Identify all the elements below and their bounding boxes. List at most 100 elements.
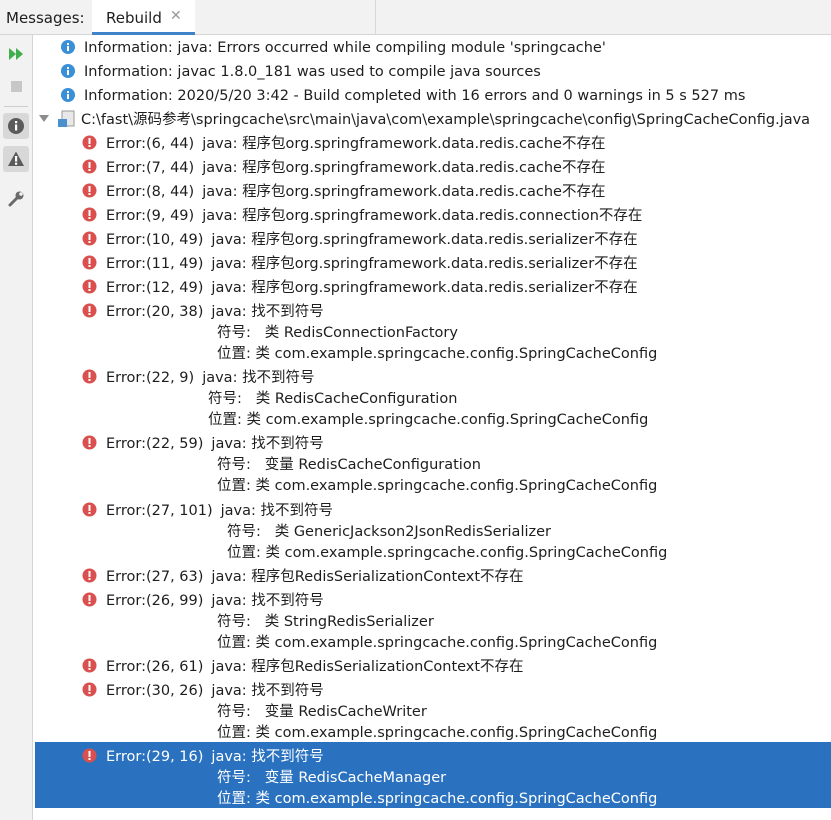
error-description: java: 程序包org.springframework.data.redis.… xyxy=(211,280,638,296)
error-text: Error:(29, 16) java: 找不到符号 xyxy=(106,747,324,767)
error-location-class: 位置: 类 com.example.springcache.config.Spr… xyxy=(208,412,649,428)
chevron-down-icon[interactable] xyxy=(39,114,49,124)
error-message[interactable]: Error:(11, 49) java: 程序包org.springframewo… xyxy=(34,252,831,276)
error-icon xyxy=(82,135,97,150)
tab-rebuild-label: Rebuild xyxy=(106,9,162,27)
error-description: java: 找不到符号 xyxy=(211,436,324,452)
error-location-class: 位置: 类 com.example.springcache.config.Spr… xyxy=(217,346,658,362)
error-symbol: 符号: 类 RedisConnectionFactory xyxy=(217,325,458,341)
info-filter-icon xyxy=(8,118,24,134)
error-location: Error:(27, 63) xyxy=(106,569,204,585)
info-icon xyxy=(61,40,75,54)
warning-filter-icon xyxy=(8,151,24,166)
error-text: Error:(8, 44) java: 程序包org.springframewor… xyxy=(106,182,605,202)
error-location: Error:(22, 9) xyxy=(106,370,195,386)
error-message[interactable]: Error:(7, 44) java: 程序包org.springframewor… xyxy=(34,156,831,180)
error-message[interactable]: Error:(20, 38) java: 找不到符号符号: 类 RedisConn… xyxy=(34,300,831,366)
close-icon[interactable]: ✕ xyxy=(170,8,182,24)
error-message[interactable]: Error:(9, 49) java: 程序包org.springframewor… xyxy=(34,204,831,228)
error-text: Error:(26, 61) java: 程序包RedisSerializatio… xyxy=(106,657,524,677)
stop-button[interactable] xyxy=(3,73,29,99)
error-symbol: 符号: 类 StringRedisSerializer xyxy=(217,614,434,630)
error-location-class: 位置: 类 com.example.springcache.config.Spr… xyxy=(217,725,658,741)
error-location: Error:(29, 16) xyxy=(106,749,204,765)
error-description: java: 找不到符号 xyxy=(202,370,315,386)
error-text: Error:(22, 9) java: 找不到符号 xyxy=(106,368,315,388)
error-message[interactable]: Error:(10, 49) java: 程序包org.springframewo… xyxy=(34,228,831,252)
settings-button[interactable] xyxy=(3,186,29,212)
error-message[interactable]: Error:(22, 9) java: 找不到符号符号: 类 RedisCache… xyxy=(34,366,831,432)
info-text: Information: javac 1.8.0_181 was used to… xyxy=(84,64,541,80)
error-icon xyxy=(82,748,97,763)
info-icon xyxy=(61,88,75,102)
error-symbol: 符号: 变量 RedisCacheConfiguration xyxy=(217,457,481,473)
error-text: Error:(27, 101) java: 找不到符号 xyxy=(106,501,333,521)
error-icon xyxy=(82,207,97,222)
error-message[interactable]: Error:(8, 44) java: 程序包org.springframewor… xyxy=(34,180,831,204)
rerun-button[interactable] xyxy=(3,41,29,67)
error-message[interactable]: Error:(30, 26) java: 找不到符号 符号: 变量 RedisCac… xyxy=(34,679,831,745)
error-location: Error:(6, 44) xyxy=(106,136,195,152)
error-message[interactable]: Error:(29, 16) java: 找不到符号 符号: 变量 RedisCac… xyxy=(34,745,831,811)
error-location: Error:(27, 101) xyxy=(106,503,213,519)
stop-icon xyxy=(11,81,22,92)
error-location-class: 位置: 类 com.example.springcache.config.Spr… xyxy=(217,478,658,494)
error-location: Error:(26, 61) xyxy=(106,659,204,675)
error-location: Error:(7, 44) xyxy=(106,160,195,176)
error-description: java: 程序包org.springframework.data.redis.… xyxy=(211,256,638,272)
error-symbol: 符号: 变量 RedisCacheWriter xyxy=(217,704,427,720)
info-message[interactable]: Information: 2020/5/20 3:42 - Build comp… xyxy=(34,84,831,108)
rerun-icon xyxy=(9,48,23,60)
info-icon xyxy=(61,64,75,78)
error-icon xyxy=(82,159,97,174)
error-icon xyxy=(82,279,97,294)
error-icon xyxy=(82,568,97,583)
error-message[interactable]: Error:(26, 61) java: 程序包RedisSerializatio… xyxy=(34,655,831,679)
error-icon xyxy=(82,183,97,198)
show-info-toggle[interactable] xyxy=(3,113,29,139)
error-text: Error:(11, 49) java: 程序包org.springframewo… xyxy=(106,254,638,274)
info-text: Information: java: Errors occurred while… xyxy=(84,40,606,56)
java-file-icon xyxy=(58,110,75,127)
error-location: Error:(22, 59) xyxy=(106,436,204,452)
error-icon xyxy=(82,592,97,607)
error-message[interactable]: Error:(26, 99) java: 找不到符号 符号: 类 StringRed… xyxy=(34,589,831,655)
error-icon xyxy=(82,435,97,450)
message-tree[interactable]: Information: java: Errors occurred while… xyxy=(34,35,831,820)
error-location-class: 位置: 类 com.example.springcache.config.Spr… xyxy=(227,545,668,561)
show-warnings-toggle[interactable] xyxy=(3,146,29,172)
error-text: Error:(20, 38) java: 找不到符号 xyxy=(106,302,324,322)
error-symbol: 符号: 类 RedisCacheConfiguration xyxy=(208,391,458,407)
panel-title: Messages: xyxy=(6,9,85,27)
error-description: java: 程序包org.springframework.data.redis.… xyxy=(202,136,606,152)
info-message[interactable]: Information: javac 1.8.0_181 was used to… xyxy=(34,60,831,84)
error-message[interactable]: Error:(6, 44) java: 程序包org.springframewor… xyxy=(34,132,831,156)
messages-toolbar xyxy=(0,35,33,820)
error-description: java: 找不到符号 xyxy=(211,749,324,765)
info-message[interactable]: Information: java: Errors occurred while… xyxy=(34,36,831,60)
error-location: Error:(10, 49) xyxy=(106,232,204,248)
error-icon xyxy=(82,658,97,673)
error-icon xyxy=(82,369,97,384)
error-description: java: 程序包org.springframework.data.redis.… xyxy=(202,208,643,224)
error-description: java: 找不到符号 xyxy=(211,683,324,699)
error-location: Error:(8, 44) xyxy=(106,184,195,200)
error-location: Error:(9, 49) xyxy=(106,208,195,224)
error-description: java: 找不到符号 xyxy=(220,503,334,519)
error-description: java: 程序包RedisSerializationContext不存在 xyxy=(211,569,524,585)
error-message[interactable]: Error:(12, 49) java: 程序包org.springframewo… xyxy=(34,276,831,300)
tab-rebuild[interactable]: Rebuild ✕ xyxy=(92,0,195,35)
error-message[interactable]: Error:(27, 101) java: 找不到符号符号: 类 GenericJ… xyxy=(34,499,831,565)
header-divider xyxy=(375,0,376,34)
error-symbol: 符号: 类 GenericJackson2JsonRedisSerializer xyxy=(227,524,551,540)
error-icon xyxy=(82,231,97,246)
error-location: Error:(11, 49) xyxy=(106,256,204,272)
error-description: java: 找不到符号 xyxy=(211,593,324,609)
error-description: java: 程序包org.springframework.data.redis.… xyxy=(202,160,606,176)
file-node[interactable]: C:\fast\源码参考\springcache\src\main\java\c… xyxy=(34,108,831,132)
error-text: Error:(7, 44) java: 程序包org.springframewor… xyxy=(106,158,605,178)
error-message[interactable]: Error:(22, 59) java: 找不到符号符号: 变量 RedisCac… xyxy=(34,432,831,498)
error-message[interactable]: Error:(27, 63) java: 程序包RedisSerializatio… xyxy=(34,565,831,589)
error-icon xyxy=(82,303,97,318)
error-location: Error:(20, 38) xyxy=(106,304,204,320)
